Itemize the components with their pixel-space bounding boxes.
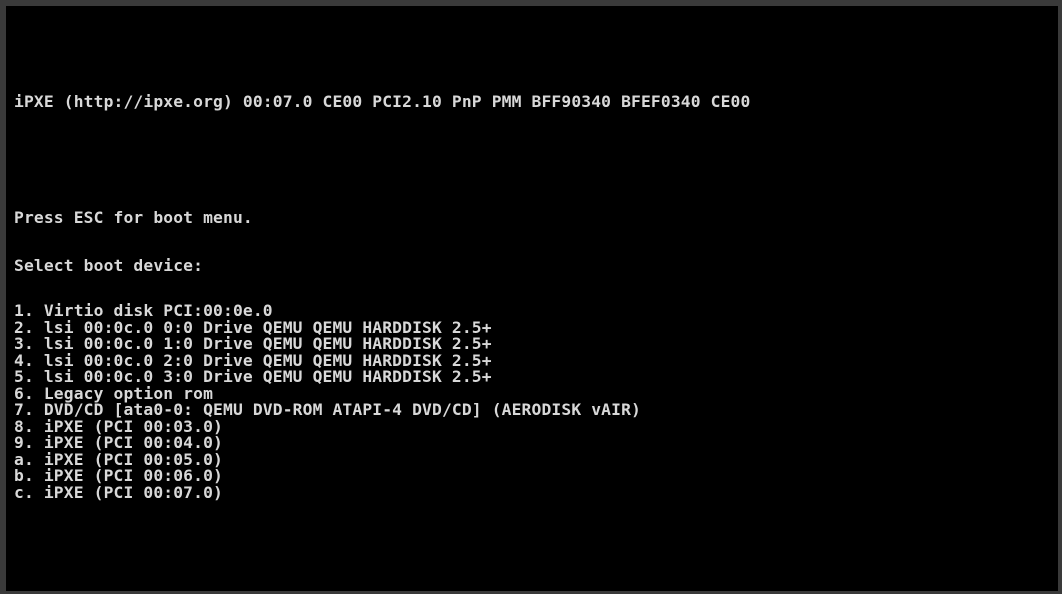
select-boot-device-prompt: Select boot device: bbox=[14, 256, 204, 275]
console-window-frame: iPXE (http://ipxe.org) 00:07.0 CE00 PCI2… bbox=[0, 0, 1062, 594]
esc-boot-menu-prompt: Press ESC for boot menu. bbox=[14, 208, 253, 227]
bios-console-screen[interactable]: iPXE (http://ipxe.org) 00:07.0 CE00 PCI2… bbox=[6, 6, 1058, 591]
ipxe-banner: iPXE (http://ipxe.org) 00:07.0 CE00 PCI2… bbox=[14, 92, 751, 111]
boot-device-item-c[interactable]: c. iPXE (PCI 00:07.0) bbox=[14, 484, 641, 502]
boot-device-list: 1. Virtio disk PCI:00:0e.0 2. lsi 00:0c.… bbox=[6, 302, 641, 501]
